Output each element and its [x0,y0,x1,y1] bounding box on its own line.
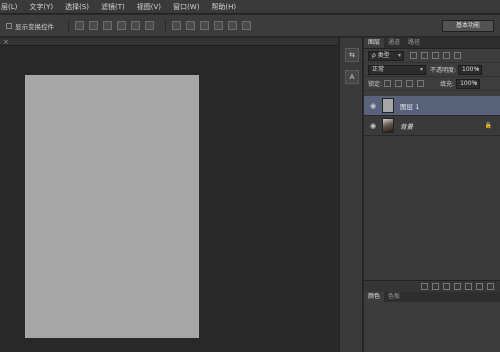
menu-type[interactable]: 文字(Y) [23,2,59,12]
menu-window[interactable]: 窗口(W) [167,2,205,12]
show-transform-checkbox[interactable] [6,22,12,29]
filter-row: ρ 类型 [364,49,500,63]
menu-layer[interactable]: 层(L) [0,2,23,12]
new-layer-icon[interactable] [476,283,483,290]
adjustment-layer-icon[interactable] [454,283,461,290]
visibility-eye-icon[interactable]: ◉ [368,122,378,130]
color-panel [364,302,500,352]
show-transform-label: 显示变换控件 [15,22,54,31]
distribute-right-icon[interactable] [242,21,251,30]
tab-color[interactable]: 颜色 [364,292,385,302]
opacity-field[interactable]: 100% [458,64,483,75]
new-group-icon[interactable] [465,283,472,290]
layer-thumbnail [382,98,394,113]
filter-shape-icon[interactable] [443,52,450,59]
layer-thumbnail [382,118,394,133]
distribute-left-icon[interactable] [214,21,223,30]
history-icon[interactable]: ⇆ [345,48,359,62]
lock-position-icon[interactable] [406,80,414,87]
menu-help[interactable]: 帮助(H) [205,2,242,12]
menu-filter[interactable]: 滤镜(T) [95,2,131,12]
menu-view[interactable]: 视图(V) [131,2,167,12]
add-mask-icon[interactable] [443,283,450,290]
align-center-icon[interactable] [131,21,140,30]
color-panel-tabs: 颜色 色板 [364,292,500,302]
distribute-center-icon[interactable] [228,21,237,30]
tab-paths[interactable]: 路径 [404,38,424,48]
blend-mode-dropdown[interactable]: 正常 [368,64,426,75]
filter-smart-icon[interactable] [454,52,461,59]
character-icon[interactable]: A [345,70,359,84]
layers-panel: 图层 通道 路径 ρ 类型 正常 不透明度: 100% 锁定: 填充: 100%… [364,38,500,352]
separator [68,19,69,32]
distribute-top-icon[interactable] [172,21,181,30]
layer-row[interactable]: ◉ 背景 🔒 [364,116,500,136]
align-left-icon[interactable] [117,21,126,30]
layer-name: 图层 1 [400,102,420,111]
workspace-switcher[interactable]: 基本功能 [442,20,494,32]
layer-style-icon[interactable] [432,283,439,290]
lock-image-icon[interactable] [395,80,403,87]
layer-name: 背景 [400,122,413,131]
visibility-eye-icon[interactable]: ◉ [368,102,378,110]
close-icon[interactable]: × [3,38,9,46]
layer-filter-dropdown[interactable]: ρ 类型 [368,50,404,61]
link-layers-icon[interactable] [421,283,428,290]
lock-all-icon[interactable] [417,80,425,87]
options-bar: 显示变换控件 基本功能 [0,15,500,37]
tab-channels[interactable]: 通道 [384,38,404,48]
tab-layers[interactable]: 图层 [364,38,385,48]
lock-icon: 🔒 [484,122,492,129]
align-top-icon[interactable] [75,21,84,30]
opacity-label: 不透明度: [430,67,457,74]
delete-layer-icon[interactable] [487,283,494,290]
layers-panel-tabs: 图层 通道 路径 [364,38,500,49]
lock-label: 锁定: [368,81,383,88]
layer-row[interactable]: ◉ 图层 1 [364,96,500,116]
fill-field[interactable]: 100% [456,78,481,89]
document-canvas[interactable] [25,75,199,338]
filter-adjustment-icon[interactable] [421,52,428,59]
separator [165,19,166,32]
canvas-area[interactable] [0,47,338,352]
fill-label: 填充: [440,81,455,88]
distribute-middle-icon[interactable] [186,21,195,30]
align-bottom-icon[interactable] [103,21,112,30]
menu-bar: 层(L) 文字(Y) 选择(S) 滤镜(T) 视图(V) 窗口(W) 帮助(H) [0,0,500,14]
lock-row: 锁定: 填充: 100% [364,77,500,91]
blend-row: 正常 不透明度: 100% [364,63,500,77]
distribute-bottom-icon[interactable] [200,21,209,30]
panel-dock: ⇆ A [339,38,363,352]
filter-type-icon[interactable] [432,52,439,59]
tab-swatches[interactable]: 色板 [384,292,404,302]
menu-select[interactable]: 选择(S) [59,2,95,12]
lock-transparent-icon[interactable] [384,80,392,87]
align-middle-icon[interactable] [89,21,98,30]
filter-pixel-icon[interactable] [410,52,417,59]
document-tab: × [0,38,338,46]
align-right-icon[interactable] [145,21,154,30]
layers-panel-footer [364,280,500,292]
